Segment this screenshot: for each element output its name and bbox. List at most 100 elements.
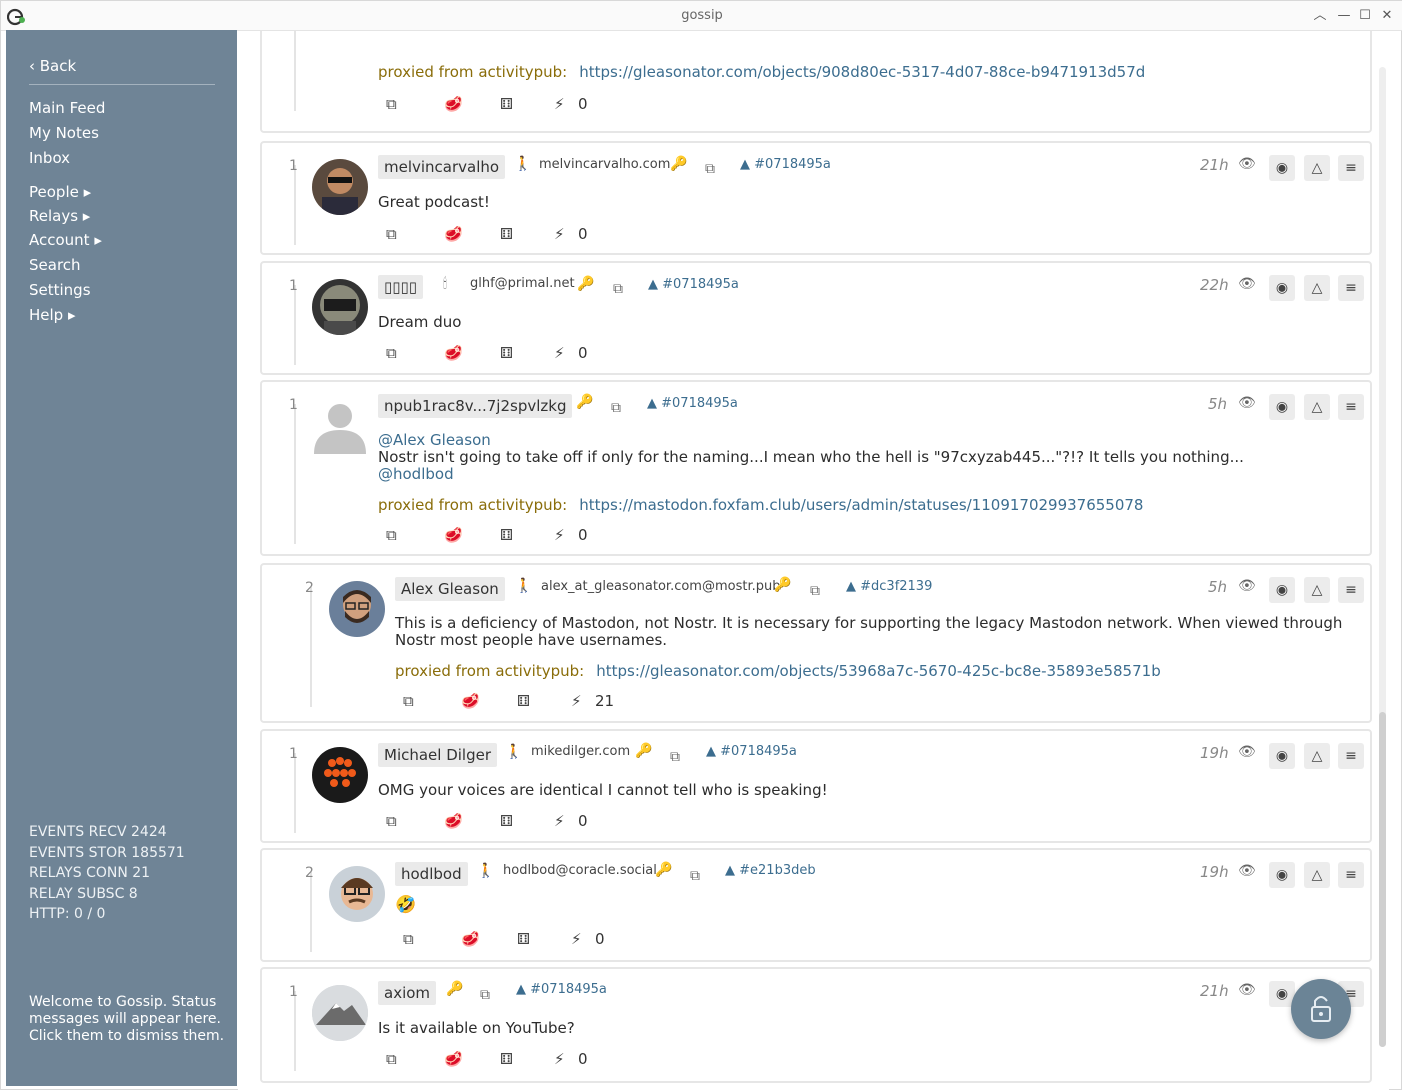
dice-icon[interactable]: ⚅ — [500, 1050, 513, 1068]
eye-icon[interactable]: 👁 — [1238, 578, 1256, 594]
record-button[interactable]: ◉ — [1269, 275, 1295, 301]
nav-account[interactable]: Account ▸ — [29, 231, 102, 249]
key-icon[interactable]: 🔑 — [635, 743, 652, 759]
copy-icon[interactable]: ⧉ — [670, 749, 680, 765]
eye-icon[interactable]: 👁 — [1238, 395, 1256, 411]
copy-icon[interactable]: ⧉ — [403, 692, 414, 710]
author-name[interactable]: npub1rac8v...7j2spvlzkg — [378, 394, 573, 418]
nav-relays[interactable]: Relays ▸ — [29, 207, 90, 225]
reply-ref-link[interactable]: ▲ #0718495a — [706, 744, 797, 759]
record-button[interactable]: ◉ — [1269, 155, 1295, 181]
triangle-button[interactable]: △ — [1304, 862, 1330, 888]
eye-icon[interactable]: 👁 — [1238, 276, 1256, 292]
reply-ref-link[interactable]: ▲ #0718495a — [648, 277, 739, 292]
key-icon[interactable]: 🔑 — [446, 981, 463, 997]
avatar[interactable] — [312, 985, 368, 1041]
avatar[interactable] — [312, 279, 368, 335]
zap-icon[interactable]: ⚡ — [571, 692, 582, 710]
reply-icon[interactable]: 🥩 — [444, 526, 463, 544]
mention-link[interactable]: @hodlbod — [378, 466, 1338, 483]
status-message[interactable]: Welcome to Gossip. Status messages will … — [29, 994, 229, 1045]
nav-people[interactable]: People ▸ — [29, 183, 91, 201]
record-button[interactable]: ◉ — [1269, 862, 1295, 888]
nav-search[interactable]: Search — [29, 256, 81, 274]
copy-icon[interactable]: ⧉ — [810, 583, 820, 599]
dice-icon[interactable]: ⚅ — [517, 930, 530, 948]
copy-icon[interactable]: ⧉ — [386, 225, 397, 243]
zap-icon[interactable]: ⚡ — [554, 344, 565, 362]
menu-button[interactable]: ≡ — [1338, 275, 1364, 301]
zap-icon[interactable]: ⚡ — [554, 526, 565, 544]
chevron-up-icon[interactable]: ︿ — [1311, 7, 1329, 25]
reply-icon[interactable]: 🥩 — [444, 225, 463, 243]
mention-link[interactable]: @Alex Gleason — [378, 432, 1338, 449]
zap-icon[interactable]: ⚡ — [571, 930, 582, 948]
triangle-button[interactable]: △ — [1304, 743, 1330, 769]
dice-icon[interactable]: ⚅ — [500, 812, 513, 830]
key-icon[interactable]: 🔑 — [670, 156, 687, 172]
eye-icon[interactable]: 👁 — [1238, 863, 1256, 879]
reply-icon[interactable]: 🥩 — [444, 344, 463, 362]
dice-icon[interactable]: ⚅ — [500, 526, 513, 544]
reply-ref-link[interactable]: ▲ #e21b3deb — [725, 863, 816, 878]
reply-icon[interactable]: 🥩 — [444, 95, 463, 113]
menu-button[interactable]: ≡ — [1338, 743, 1364, 769]
copy-icon[interactable]: ⧉ — [386, 812, 397, 830]
proxied-link[interactable]: https://gleasonator.com/objects/53968a7c… — [596, 662, 1161, 680]
nav-inbox[interactable]: Inbox — [29, 149, 70, 167]
copy-icon[interactable]: ⧉ — [480, 987, 490, 1003]
key-icon[interactable]: 🔑 — [577, 276, 594, 292]
reply-icon[interactable]: 🥩 — [444, 1050, 463, 1068]
author-name[interactable]: ▯▯▯▯ — [378, 275, 424, 299]
avatar[interactable] — [312, 747, 368, 803]
menu-button[interactable]: ≡ — [1338, 577, 1364, 603]
triangle-button[interactable]: △ — [1304, 275, 1330, 301]
nav-help[interactable]: Help ▸ — [29, 306, 76, 324]
triangle-button[interactable]: △ — [1304, 155, 1330, 181]
eye-icon[interactable]: 👁 — [1238, 744, 1256, 760]
copy-icon[interactable]: ⧉ — [386, 526, 397, 544]
proxied-link[interactable]: https://gleasonator.com/objects/908d80ec… — [579, 63, 1145, 81]
dice-icon[interactable]: ⚅ — [517, 692, 530, 710]
copy-icon[interactable]: ⧉ — [386, 344, 397, 362]
dice-icon[interactable]: ⚅ — [500, 225, 513, 243]
proxied-link[interactable]: https://mastodon.foxfam.club/users/admin… — [579, 496, 1143, 514]
author-name[interactable]: axiom — [378, 981, 437, 1005]
scrollbar-thumb[interactable] — [1379, 712, 1386, 1047]
copy-icon[interactable]: ⧉ — [386, 1050, 397, 1068]
author-name[interactable]: Alex Gleason — [395, 577, 505, 601]
reply-ref-link[interactable]: ▲ #0718495a — [740, 157, 831, 172]
copy-icon[interactable]: ⧉ — [386, 95, 397, 113]
menu-button[interactable]: ≡ — [1338, 394, 1364, 420]
triangle-button[interactable]: △ — [1304, 577, 1330, 603]
zap-icon[interactable]: ⚡ — [554, 1050, 565, 1068]
key-icon[interactable]: 🔑 — [774, 577, 791, 593]
nav-main-feed[interactable]: Main Feed — [29, 99, 105, 117]
key-icon[interactable]: 🔑 — [655, 862, 672, 878]
avatar[interactable] — [329, 581, 385, 637]
menu-button[interactable]: ≡ — [1338, 862, 1364, 888]
dice-icon[interactable]: ⚅ — [500, 95, 513, 113]
copy-icon[interactable]: ⧉ — [690, 868, 700, 884]
nav-my-notes[interactable]: My Notes — [29, 124, 99, 142]
record-button[interactable]: ◉ — [1269, 394, 1295, 420]
close-button[interactable]: ✕ — [1378, 7, 1396, 25]
feed[interactable]: proxied from activitypub: https://gleason… — [238, 31, 1389, 1091]
reply-ref-link[interactable]: ▲ #0718495a — [516, 982, 607, 997]
menu-button[interactable]: ≡ — [1338, 155, 1364, 181]
dice-icon[interactable]: ⚅ — [500, 344, 513, 362]
feed-scrollbar[interactable] — [1379, 67, 1386, 1047]
zap-icon[interactable]: ⚡ — [554, 812, 565, 830]
nav-settings[interactable]: Settings — [29, 281, 91, 299]
record-button[interactable]: ◉ — [1269, 577, 1295, 603]
author-name[interactable]: melvincarvalho — [378, 155, 506, 179]
unlock-button[interactable] — [1291, 979, 1351, 1039]
avatar[interactable] — [329, 866, 385, 922]
back-button[interactable]: ‹ Back — [29, 57, 76, 75]
copy-icon[interactable]: ⧉ — [705, 161, 715, 177]
minimize-button[interactable]: — — [1335, 7, 1353, 25]
record-button[interactable]: ◉ — [1269, 743, 1295, 769]
zap-icon[interactable]: ⚡ — [554, 225, 565, 243]
key-icon[interactable]: 🔑 — [576, 394, 593, 410]
reply-icon[interactable]: 🥩 — [461, 692, 480, 710]
